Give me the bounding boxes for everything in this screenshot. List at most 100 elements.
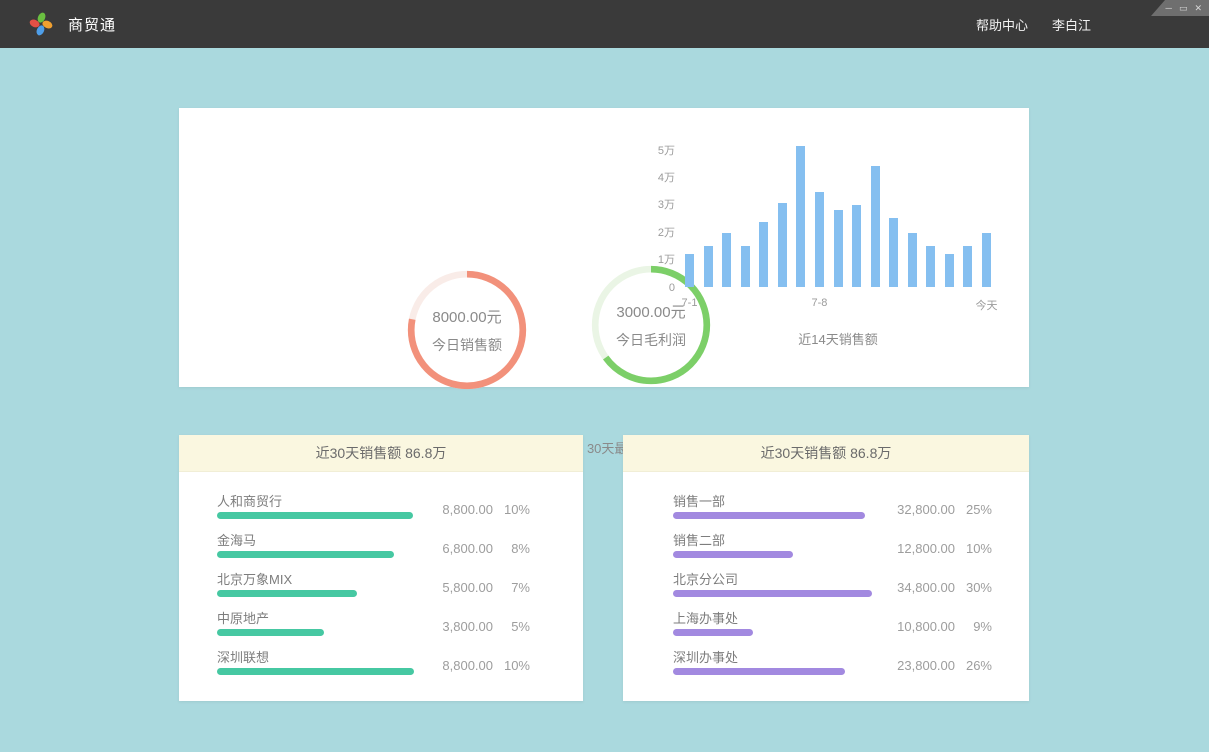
item-label: 北京分公司 (673, 569, 738, 588)
list-item: 销售二部 12,800.0010% (673, 529, 992, 568)
item-label: 销售一部 (673, 491, 725, 510)
bar-plot (685, 137, 991, 287)
item-figures: 32,800.0025% (883, 502, 992, 517)
today-profit-metric: 今日毛利润 (616, 330, 686, 350)
today-sales-donut-chart: 8000.00元 今日销售额 (405, 268, 529, 392)
bar (871, 166, 880, 287)
item-value: 8,800.00 (421, 502, 493, 517)
list-item: 北京万象MIX 5,800.007% (217, 568, 530, 607)
item-value: 6,800.00 (421, 541, 493, 556)
item-bar (217, 590, 357, 597)
departments-sales-card: 近30天销售额 86.8万 销售一部 32,800.0025% 销售二部 12,800… (623, 435, 1029, 701)
item-value: 8,800.00 (421, 658, 493, 673)
item-percent: 10% (493, 658, 530, 673)
bar (963, 246, 972, 287)
bar (815, 192, 824, 287)
bar (704, 246, 713, 287)
item-figures: 8,800.0010% (421, 658, 530, 673)
sales-14d-chart-title: 近14天销售额 (685, 329, 991, 348)
bar (982, 233, 991, 287)
item-bar (673, 551, 793, 558)
y-axis-tick: 0 (635, 282, 675, 294)
item-value: 23,800.00 (883, 658, 955, 673)
list-item: 北京分公司 34,800.0030% (673, 568, 992, 607)
today-sales-donut-label: 8000.00元 今日销售额 (405, 268, 529, 392)
item-bar (673, 512, 865, 519)
item-percent: 5% (493, 619, 530, 634)
list-item: 金海马6,800.008% (217, 529, 530, 568)
bar (778, 203, 787, 287)
bar (685, 254, 694, 287)
list-item: 上海办事处 10,800.009% (673, 607, 992, 646)
x-axis-tick: 7-8 (811, 297, 827, 309)
bar (741, 246, 750, 287)
list-item: 销售一部 32,800.0025% (673, 490, 992, 529)
today-profit-value: 3000.00元 (616, 301, 685, 322)
item-percent: 10% (493, 502, 530, 517)
item-label: 北京万象MIX (217, 569, 292, 588)
departments-sales-rows: 销售一部 32,800.0025% 销售二部 12,800.0010% 北京分公司 34,… (623, 472, 1029, 685)
today-sales-metric: 今日销售额 (432, 335, 502, 355)
maximize-button[interactable]: ▭ (1179, 0, 1188, 16)
y-axis-tick: 3万 (635, 196, 675, 212)
user-menu[interactable]: 李白江 (1052, 15, 1091, 34)
item-bar (673, 668, 845, 675)
item-figures: 34,800.0030% (883, 580, 992, 595)
y-axis-tick: 2万 (635, 224, 675, 240)
x-axis-tick: 7-1 (682, 297, 698, 309)
list-item: 深圳办事处 23,800.0026% (673, 646, 992, 685)
list-item: 深圳联想 8,800.0010% (217, 646, 530, 685)
bar (722, 233, 731, 287)
sales-14d-bar-chart: 01万2万3万4万5万7-17-8今天 (685, 137, 991, 287)
titlebar-nav: 帮助中心 李白江 (976, 15, 1209, 34)
item-value: 5,800.00 (421, 580, 493, 595)
item-percent: 10% (955, 541, 992, 556)
item-percent: 30% (955, 580, 992, 595)
item-label: 上海办事处 (673, 608, 738, 627)
item-label: 深圳联想 (217, 647, 269, 666)
item-label: 深圳办事处 (673, 647, 738, 666)
item-bar (673, 590, 872, 597)
customers-sales-card-title: 近30天销售额 86.8万 (179, 435, 583, 472)
bar (945, 254, 954, 287)
list-item: 人和商贸行 8,800.0010% (217, 490, 530, 529)
y-axis-tick: 5万 (635, 142, 675, 158)
item-value: 10,800.00 (883, 619, 955, 634)
app-logo-icon (28, 11, 54, 37)
item-percent: 7% (493, 580, 530, 595)
bar (796, 146, 805, 287)
minimize-button[interactable]: ─ (1166, 0, 1172, 16)
item-figures: 6,800.008% (421, 541, 530, 556)
help-center-link[interactable]: 帮助中心 (976, 15, 1028, 34)
item-figures: 3,800.005% (421, 619, 530, 634)
item-value: 34,800.00 (883, 580, 955, 595)
titlebar: 商贸通 帮助中心 李白江 ─ ▭ ✕ (0, 0, 1209, 48)
customers-sales-card: 近30天销售额 86.8万 人和商贸行8,800.0010%金海马6,800.0… (179, 435, 583, 701)
item-bar (217, 629, 324, 636)
item-percent: 26% (955, 658, 992, 673)
item-figures: 23,800.0026% (883, 658, 992, 673)
customers-sales-rows: 人和商贸行8,800.0010%金海马6,800.008%北京万象MIX5,80… (179, 472, 583, 685)
item-percent: 9% (955, 619, 992, 634)
item-figures: 5,800.007% (421, 580, 530, 595)
item-figures: 8,800.0010% (421, 502, 530, 517)
y-axis-tick: 4万 (635, 169, 675, 185)
x-axis-tick: 今天 (976, 297, 998, 313)
close-button[interactable]: ✕ (1194, 0, 1202, 16)
item-bar (217, 668, 414, 675)
departments-sales-card-title: 近30天销售额 86.8万 (623, 435, 1029, 472)
list-item: 中原地产 3,800.005% (217, 607, 530, 646)
overview-card: 8000.00元 今日销售额 30天最高：10,000.00元 3000.00元… (179, 108, 1029, 387)
item-bar (217, 551, 394, 558)
item-label: 人和商贸行 (217, 491, 282, 510)
item-label: 中原地产 (217, 608, 269, 627)
item-value: 12,800.00 (883, 541, 955, 556)
item-label: 销售二部 (673, 530, 725, 549)
window-controls: ─ ▭ ✕ (1151, 0, 1209, 16)
bar (926, 246, 935, 287)
bar (852, 205, 861, 287)
bar (908, 233, 917, 287)
item-value: 3,800.00 (421, 619, 493, 634)
item-bar (673, 629, 753, 636)
item-figures: 10,800.009% (883, 619, 992, 634)
